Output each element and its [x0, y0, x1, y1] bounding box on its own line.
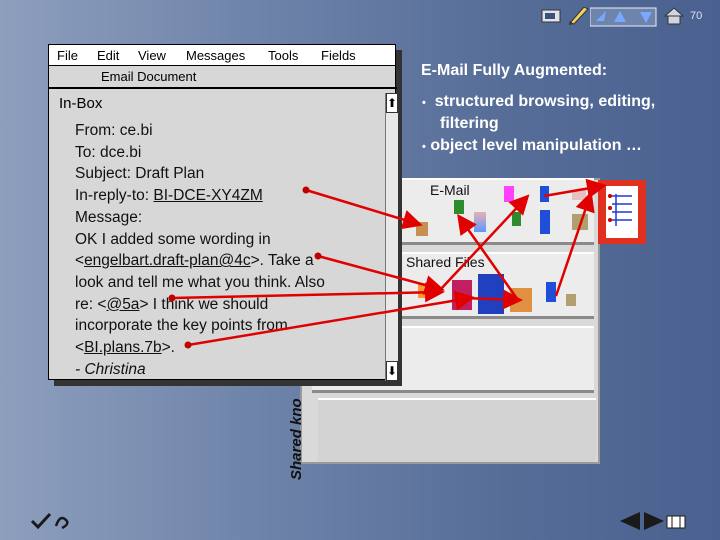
bullet-dot: • [422, 97, 426, 109]
slide-heading: E-Mail Fully Augmented: [421, 62, 608, 79]
bullet-2: • object level manipulation … [422, 137, 642, 154]
prev-arrow-icon[interactable] [618, 511, 642, 536]
bullet-1: • structured browsing, editing, [422, 93, 656, 110]
bullet-1-continued: filtering [440, 115, 499, 132]
next-arrow-icon[interactable] [642, 511, 666, 536]
bullet-dot: • [422, 141, 426, 153]
link-arrows [168, 178, 607, 349]
film-icon[interactable] [666, 515, 686, 534]
checkmark-icon[interactable] [30, 512, 74, 535]
